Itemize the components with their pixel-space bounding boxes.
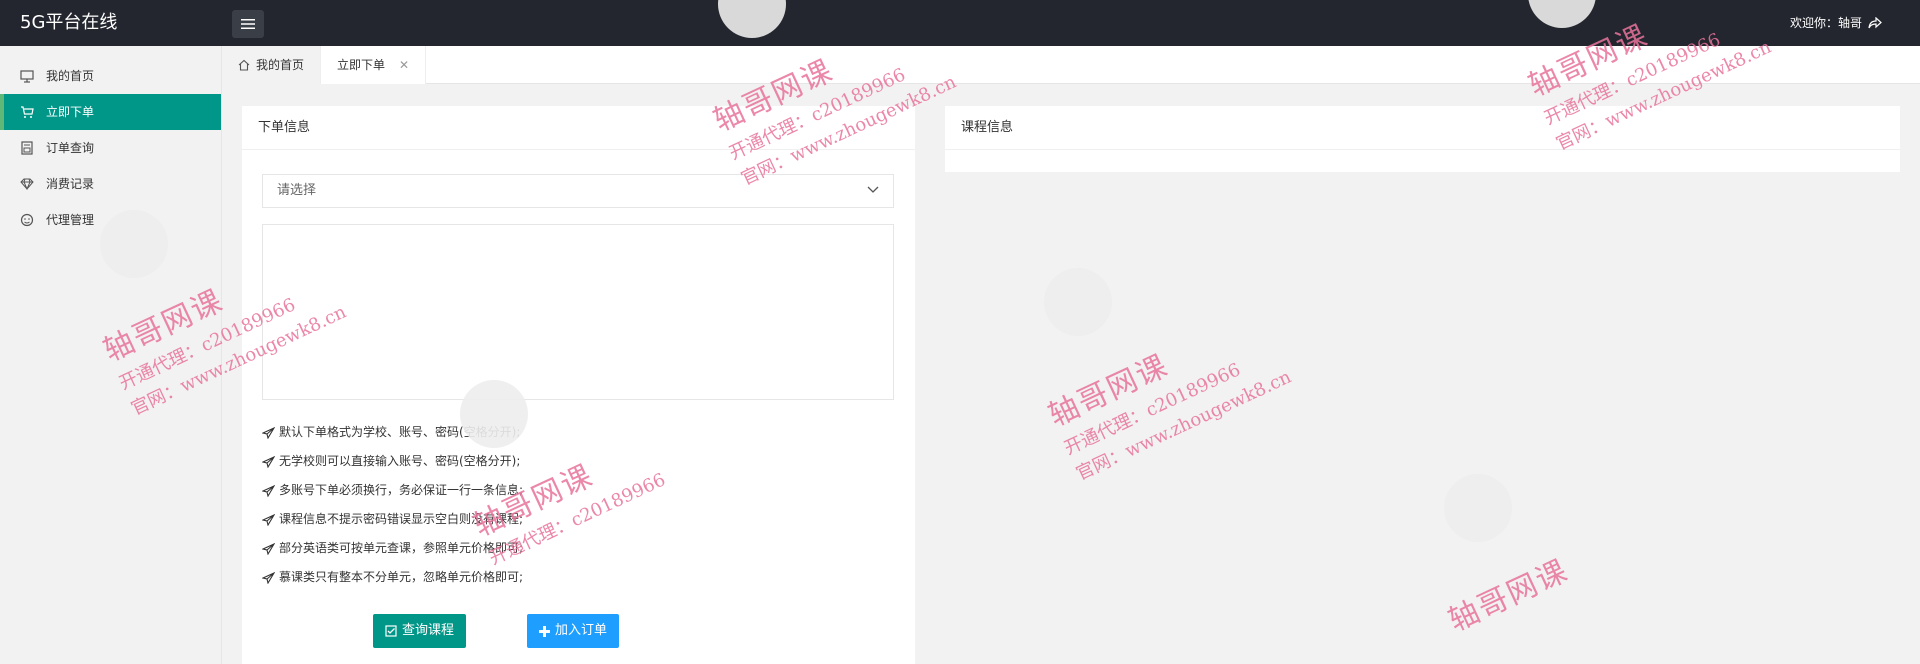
sidebar-item-label: 订单查询 — [46, 141, 95, 155]
tip-item: 默认下单格式为学校、账号、密码(空格分开); — [262, 418, 902, 447]
send-icon — [262, 455, 275, 468]
course-select[interactable]: 请选择 — [262, 174, 894, 208]
tip-item: 无学校则可以直接输入账号、密码(空格分开); — [262, 447, 902, 476]
tip-text: 默认下单格式为学校、账号、密码(空格分开); — [279, 425, 521, 439]
course-info-card: 课程信息 — [945, 106, 1900, 172]
cart-icon — [20, 105, 34, 119]
tip-item: 课程信息不提示密码错误显示空白则没有课程; — [262, 505, 902, 534]
tip-text: 部分英语类可按单元查课，参照单元价格即可; — [279, 541, 524, 555]
page-tabs: 我的首页 立即下单 ✕ — [222, 46, 1920, 84]
tip-text: 课程信息不提示密码错误显示空白则没有课程; — [279, 512, 524, 526]
sidebar-item-order-query[interactable]: 订单查询 — [0, 130, 221, 166]
watermark: 轴哥网课 — [1443, 553, 1575, 639]
send-icon — [262, 571, 275, 584]
tip-text: 多账号下单必须换行，务必保证一行一条信息; — [279, 483, 524, 497]
diamond-icon — [20, 177, 34, 191]
sidebar-item-label: 我的首页 — [46, 69, 95, 83]
send-icon — [262, 542, 275, 555]
tip-item: 慕课类只有整本不分单元，忽略单元价格即可; — [262, 563, 902, 592]
top-header: 5G平台在线 欢迎你：轴哥 — [0, 0, 1920, 46]
hamburger-icon — [241, 19, 255, 29]
tip-item: 多账号下单必须换行，务必保证一行一条信息; — [262, 476, 902, 505]
sidebar-item-agent[interactable]: 代理管理 — [0, 202, 221, 238]
user-welcome[interactable]: 欢迎你：轴哥 — [1790, 0, 1882, 46]
welcome-text: 欢迎你：轴哥 — [1789, 16, 1862, 30]
check-square-icon — [385, 625, 397, 637]
avatar-watermark-icon — [1044, 268, 1112, 336]
tab-home[interactable]: 我的首页 — [222, 46, 322, 84]
sidebar-item-label: 代理管理 — [46, 213, 95, 227]
account-input[interactable] — [262, 224, 894, 400]
home-icon — [238, 59, 250, 71]
document-icon — [20, 141, 34, 155]
button-label: 查询课程 — [402, 623, 455, 638]
tab-label: 我的首页 — [256, 58, 305, 72]
tip-text: 慕课类只有整本不分单元，忽略单元价格即可; — [279, 570, 524, 584]
monitor-icon — [20, 69, 34, 83]
card-title: 课程信息 — [945, 106, 1900, 150]
tab-order-now[interactable]: 立即下单 ✕ — [321, 46, 427, 84]
select-placeholder: 请选择 — [277, 183, 317, 198]
send-icon — [262, 484, 275, 497]
send-icon — [262, 426, 275, 439]
menu-toggle-button[interactable] — [232, 10, 264, 38]
tab-label: 立即下单 — [337, 58, 386, 72]
send-icon — [262, 513, 275, 526]
sidebar-item-consumption[interactable]: 消费记录 — [0, 166, 221, 202]
tip-text: 无学校则可以直接输入账号、密码(空格分开); — [279, 454, 521, 468]
avatar-watermark-icon — [1444, 474, 1512, 542]
add-order-button[interactable]: 加入订单 — [527, 614, 620, 648]
plus-icon — [539, 625, 550, 637]
sidebar-item-label: 立即下单 — [46, 105, 95, 119]
agent-icon — [20, 213, 34, 227]
chevron-down-icon — [867, 186, 879, 193]
button-label: 加入订单 — [555, 623, 608, 638]
order-tips: 默认下单格式为学校、账号、密码(空格分开); 无学校则可以直接输入账号、密码(空… — [262, 418, 902, 592]
sidebar-item-home[interactable]: 我的首页 — [0, 58, 221, 94]
sidebar-item-label: 消费记录 — [46, 177, 95, 191]
tip-item: 部分英语类可按单元查课，参照单元价格即可; — [262, 534, 902, 563]
sidebar-item-order-now[interactable]: 立即下单 — [0, 94, 221, 130]
sidebar-nav: 我的首页 立即下单 订单查询 消费记录 代理管理 — [0, 46, 222, 664]
app-logo[interactable]: 5G平台在线 — [20, 0, 117, 46]
query-course-button[interactable]: 查询课程 — [373, 614, 467, 648]
share-icon — [1868, 17, 1882, 29]
watermark: 轴哥网课 开通代理：c20189966 官网：www.zhougewk8.cn — [1043, 348, 1295, 485]
order-info-card: 下单信息 请选择 默认下单格式为学校、账号、密码(空格分开); 无学校则可以直接… — [242, 106, 915, 664]
close-icon[interactable]: ✕ — [399, 46, 409, 84]
card-title: 下单信息 — [242, 106, 915, 150]
